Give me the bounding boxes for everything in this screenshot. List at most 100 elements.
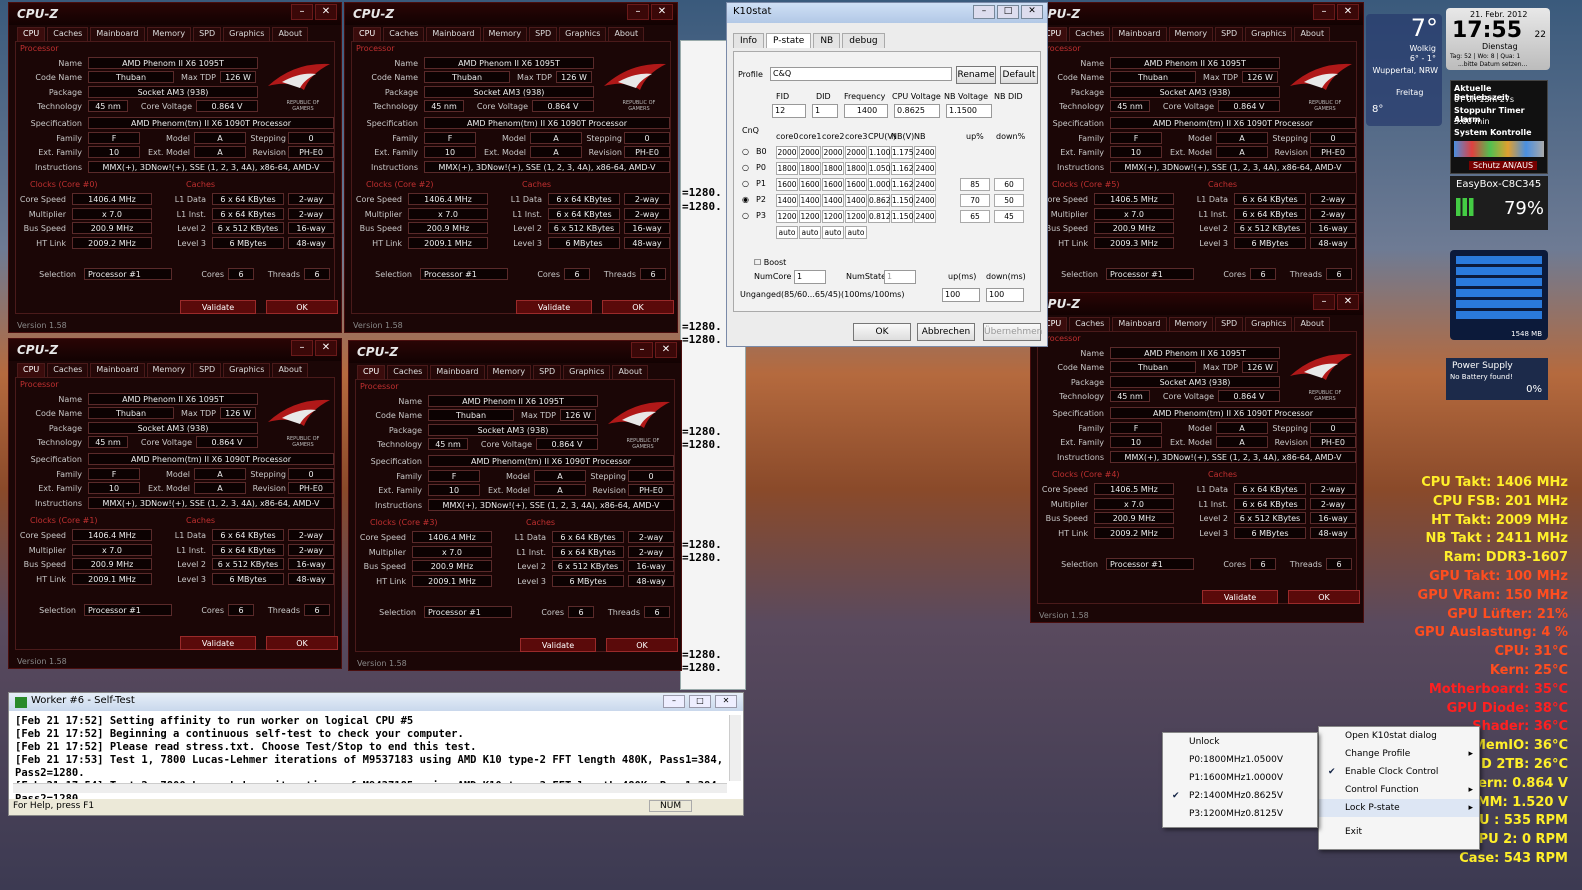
tab-about[interactable]: About bbox=[272, 363, 309, 377]
pstate-cell[interactable]: 1200 bbox=[845, 210, 867, 223]
close-button[interactable]: ✕ bbox=[315, 340, 337, 356]
validate-button[interactable]: Validate bbox=[180, 300, 256, 314]
wifi-gadget[interactable]: EasyBox-C8C345 79% bbox=[1450, 176, 1548, 230]
minimize-button[interactable]: – bbox=[631, 342, 653, 358]
boost-checkbox[interactable]: ☐ Boost bbox=[754, 258, 786, 267]
pstate-cell[interactable]: 1.1500 bbox=[891, 194, 918, 207]
validate-button[interactable]: Validate bbox=[516, 300, 592, 314]
pstate-cell[interactable]: 1400 bbox=[776, 194, 798, 207]
minimize-button[interactable]: – bbox=[663, 695, 685, 708]
validate-button[interactable]: Validate bbox=[180, 636, 256, 650]
horizontal-scrollbar[interactable] bbox=[13, 783, 727, 793]
pstate-cell[interactable]: 1600 bbox=[845, 178, 867, 191]
pstate-cell[interactable]: 2000 bbox=[776, 146, 798, 159]
pstate-cell[interactable]: 1400 bbox=[845, 194, 867, 207]
menu-item-control-function[interactable]: Control Function ▸ bbox=[1319, 781, 1479, 799]
menu-item-open-k10stat-dialog[interactable]: Open K10stat dialog bbox=[1319, 727, 1479, 745]
tab-caches[interactable]: Caches bbox=[47, 27, 89, 41]
pstate-cell[interactable]: 0.8125 bbox=[868, 210, 895, 223]
pstate-cell[interactable]: 1800 bbox=[776, 162, 798, 175]
pstate-cell[interactable]: 2000 bbox=[799, 146, 821, 159]
cpuz-window[interactable]: CPU-Z – ✕ CPU Caches Mainboard Memory SPD Gra… bbox=[1030, 2, 1364, 333]
up-pct-select[interactable]: 70 bbox=[960, 194, 990, 207]
cpu-voltage-select[interactable]: 0.8625 bbox=[894, 104, 940, 118]
close-button[interactable]: ✕ bbox=[655, 342, 677, 358]
close-button[interactable]: ✕ bbox=[651, 4, 673, 20]
tab-graphics[interactable]: Graphics bbox=[223, 27, 271, 41]
cpuz-window[interactable]: CPU-Z – ✕ CPU Caches Mainboard Memory SPD Gra… bbox=[8, 338, 342, 669]
ok-button[interactable]: OK bbox=[266, 300, 338, 314]
tab-cpu[interactable]: CPU bbox=[17, 363, 46, 377]
tab-caches[interactable]: Caches bbox=[1069, 27, 1111, 41]
did-select[interactable]: 1 bbox=[812, 104, 838, 118]
tab-caches[interactable]: Caches bbox=[47, 363, 89, 377]
pstate-radio[interactable]: ○ bbox=[742, 179, 749, 188]
profile-select[interactable]: C&Q bbox=[770, 67, 952, 81]
pstate-cell[interactable]: 1.1750 bbox=[891, 146, 918, 159]
clock-gadget[interactable]: 21. Febr. 2012 17:55 22 Dienstag Tag: 52… bbox=[1446, 8, 1550, 70]
tab-about[interactable]: About bbox=[272, 27, 309, 41]
tab-graphics[interactable]: Graphics bbox=[563, 365, 611, 379]
pstate-cell[interactable]: 2400 bbox=[914, 162, 936, 175]
pstate-radio[interactable]: ◉ bbox=[742, 195, 749, 204]
tab-spd[interactable]: SPD bbox=[1215, 317, 1244, 331]
minimize-button[interactable]: – bbox=[627, 4, 649, 20]
tab-mainboard[interactable]: Mainboard bbox=[90, 27, 145, 41]
pstate-cell[interactable]: 1.1625 bbox=[891, 178, 918, 191]
cpuz-window[interactable]: CPU-Z – ✕ CPU Caches Mainboard Memory SPD Gra… bbox=[1030, 292, 1364, 623]
close-button[interactable]: ✕ bbox=[315, 4, 337, 20]
pstate-menu-item[interactable]: P3:1200MHz0.8125V bbox=[1163, 805, 1317, 823]
up-ms-select[interactable]: 100 bbox=[942, 288, 980, 302]
tab-memory[interactable]: Memory bbox=[1168, 27, 1214, 41]
minimize-button[interactable]: – bbox=[973, 5, 995, 19]
pstate-menu-item[interactable]: P2:1400MHz0.8625V ✔ bbox=[1163, 787, 1317, 805]
tab-spd[interactable]: SPD bbox=[193, 363, 222, 377]
pstate-cell[interactable]: 2400 bbox=[914, 146, 936, 159]
minimize-button[interactable]: – bbox=[1313, 4, 1335, 20]
tab-cpu[interactable]: CPU bbox=[353, 27, 382, 41]
pstate-cell[interactable]: 2000 bbox=[845, 146, 867, 159]
selection-dropdown[interactable]: Processor #1 bbox=[1106, 558, 1194, 570]
pstate-cell[interactable]: 1800 bbox=[822, 162, 844, 175]
tab-about[interactable]: About bbox=[612, 365, 649, 379]
maximize-button[interactable]: □ bbox=[689, 695, 711, 708]
minimize-button[interactable]: – bbox=[291, 340, 313, 356]
pstate-cell[interactable]: 1200 bbox=[822, 210, 844, 223]
tab-spd[interactable]: SPD bbox=[529, 27, 558, 41]
down-pct-select[interactable]: 60 bbox=[994, 178, 1024, 191]
auto-cell[interactable]: auto bbox=[799, 226, 821, 239]
pstate-cell[interactable]: 2400 bbox=[914, 210, 936, 223]
close-button[interactable]: ✕ bbox=[715, 695, 737, 708]
pstate-cell[interactable]: 1400 bbox=[799, 194, 821, 207]
auto-cell[interactable]: auto bbox=[822, 226, 844, 239]
tab-graphics[interactable]: Graphics bbox=[1245, 317, 1293, 331]
minimize-button[interactable]: – bbox=[1313, 294, 1335, 310]
selection-dropdown[interactable]: Processor #1 bbox=[84, 268, 172, 280]
tab-spd[interactable]: SPD bbox=[193, 27, 222, 41]
pstate-cell[interactable]: 1800 bbox=[845, 162, 867, 175]
pstate-cell[interactable]: 1200 bbox=[776, 210, 798, 223]
cpuz-window[interactable]: CPU-Z – ✕ CPU Caches Mainboard Memory SPD Gra… bbox=[348, 340, 682, 671]
pstate-radio[interactable]: ○ bbox=[742, 211, 749, 220]
auto-cell[interactable]: auto bbox=[845, 226, 867, 239]
pstate-cell[interactable]: 2400 bbox=[914, 194, 936, 207]
ok-button[interactable]: OK bbox=[602, 300, 674, 314]
pstate-cell[interactable]: 1200 bbox=[799, 210, 821, 223]
tab-graphics[interactable]: Graphics bbox=[1245, 27, 1293, 41]
rename-button[interactable]: Rename bbox=[956, 66, 996, 84]
tab-debug[interactable]: debug bbox=[842, 33, 885, 48]
tab-mainboard[interactable]: Mainboard bbox=[1112, 27, 1167, 41]
tab-memory[interactable]: Memory bbox=[486, 365, 532, 379]
auto-cell[interactable]: auto bbox=[776, 226, 798, 239]
ok-button[interactable]: OK bbox=[1288, 590, 1360, 604]
apply-button[interactable]: Übernehmen bbox=[983, 323, 1042, 341]
tab-graphics[interactable]: Graphics bbox=[559, 27, 607, 41]
weather-gadget[interactable]: 7° Wolkig 6° - 1° Wuppertal, NRW Freitag… bbox=[1366, 14, 1442, 126]
maximize-button[interactable]: □ bbox=[997, 5, 1019, 19]
k10stat-window[interactable]: K10stat – □ ✕ Info P-state NB debug Profile… bbox=[726, 2, 1048, 347]
selection-dropdown[interactable]: Processor #1 bbox=[1106, 268, 1194, 280]
down-pct-select[interactable]: 50 bbox=[994, 194, 1024, 207]
tab-spd[interactable]: SPD bbox=[1215, 27, 1244, 41]
pstate-cell[interactable]: 1.1000 bbox=[868, 146, 895, 159]
cpuz-window[interactable]: CPU-Z – ✕ CPU Caches Mainboard Memory SPD Gra… bbox=[8, 2, 342, 333]
